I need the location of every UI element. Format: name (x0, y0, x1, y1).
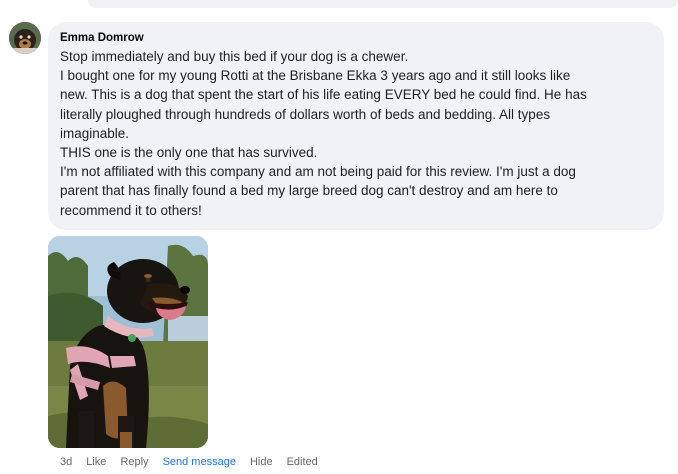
comment-line: imaginable. (60, 125, 130, 141)
comment-timestamp[interactable]: 3d (60, 456, 72, 468)
comment-line: parent that has finally found a bed my l… (60, 183, 558, 199)
reply-button[interactable]: Reply (120, 456, 148, 468)
comment-line: THIS one is the only one that has surviv… (60, 145, 318, 161)
comment-line: new. This is a dog that spent the start … (60, 87, 587, 103)
comment-line: Stop immediately and buy this bed if you… (60, 49, 409, 64)
comment-body: Stop immediately and buy this bed if you… (60, 47, 652, 220)
like-button[interactable]: Like (86, 456, 106, 468)
comment-photo-attachment[interactable] (48, 236, 208, 448)
avatar[interactable] (9, 22, 41, 54)
comment-bubble: Emma Domrow Stop immediately and buy thi… (48, 22, 664, 230)
comment-line: literally ploughed through hundreds of d… (60, 106, 551, 122)
comment: Emma Domrow Stop immediately and buy thi… (0, 0, 678, 474)
send-message-button[interactable]: Send message (163, 456, 236, 468)
comment-line: I bought one for my young Rotti at the B… (60, 68, 571, 84)
comment-line: I'm not affiliated with this company and… (60, 164, 576, 180)
comment-actions: 3d Like Reply Send message Hide Edited (60, 454, 332, 470)
comment-author[interactable]: Emma Domrow (60, 30, 652, 46)
rottweiler-photo-icon (48, 236, 208, 448)
avatar-dog-icon (9, 22, 41, 54)
edited-label[interactable]: Edited (287, 456, 318, 468)
comment-line: recommend it to others! (60, 202, 202, 218)
hide-button[interactable]: Hide (250, 456, 273, 468)
